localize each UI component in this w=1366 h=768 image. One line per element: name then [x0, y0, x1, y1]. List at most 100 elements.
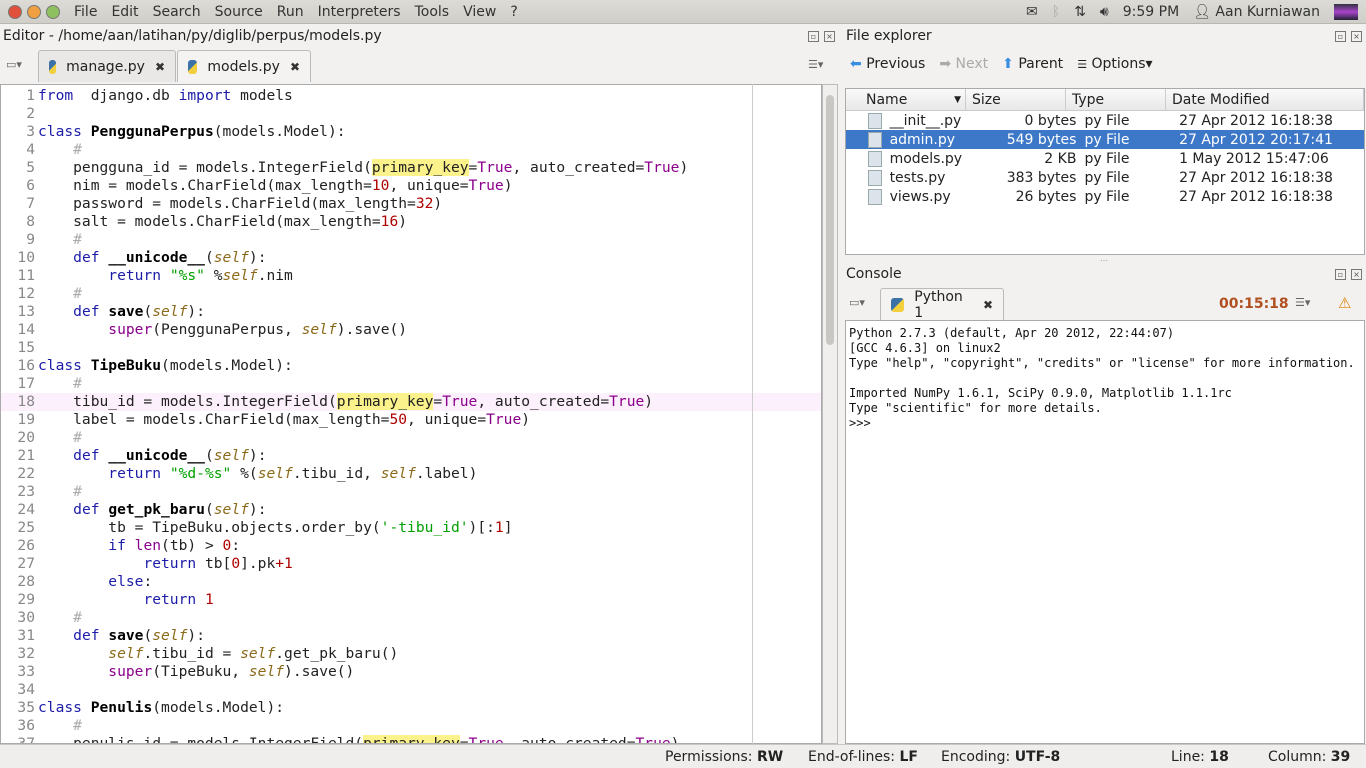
warning-icon[interactable]: ⚠: [1338, 294, 1351, 312]
previous-button[interactable]: ⬅ Previous: [850, 56, 925, 72]
code-line[interactable]: 33 super(TipeBuku, self).save(): [1, 663, 821, 681]
column-type[interactable]: Type: [1066, 88, 1166, 111]
menu-search[interactable]: Search: [153, 4, 201, 20]
volume-icon[interactable]: 🔊︎: [1100, 4, 1109, 20]
options-button[interactable]: ☰ Options▾: [1077, 56, 1152, 72]
parent-button[interactable]: ⬆ Parent: [1002, 56, 1063, 72]
file-row[interactable]: tests.py 383 bytes py File 27 Apr 2012 16:1…: [846, 168, 1364, 187]
code-line[interactable]: 27 return tb[0].pk+1: [1, 555, 821, 573]
code-token: (models.Model):: [161, 357, 293, 374]
code-line[interactable]: 18 tibu_id = models.IntegerField(primary…: [1, 393, 821, 411]
code-editor[interactable]: 1 from django.db import models 2 3 class Pen…: [0, 84, 822, 744]
editor-options-button[interactable]: ☰▾: [808, 58, 823, 71]
session-icon[interactable]: [1334, 4, 1358, 20]
code-line[interactable]: 14 super(PenggunaPerpus, self).save(): [1, 321, 821, 339]
code-line[interactable]: 19 label = models.CharField(max_length=5…: [1, 411, 821, 429]
clock[interactable]: 9:59 PM: [1123, 4, 1179, 20]
code-line[interactable]: 11 return "%s" %self.nim: [1, 267, 821, 285]
next-button[interactable]: ➡ Next: [939, 56, 988, 72]
code-line[interactable]: 36 #: [1, 717, 821, 735]
menu-source[interactable]: Source: [215, 4, 263, 20]
code-line[interactable]: 1 from django.db import models: [1, 87, 821, 105]
menu-interpreters[interactable]: Interpreters: [318, 4, 401, 20]
file-row[interactable]: models.py 2 KB py File 1 May 2012 15:47:06: [846, 149, 1364, 168]
code-line[interactable]: 7 password = models.CharField(max_length…: [1, 195, 821, 213]
code-line[interactable]: 31 def save(self):: [1, 627, 821, 645]
code-line[interactable]: 24 def get_pk_baru(self):: [1, 501, 821, 519]
column-name[interactable]: Name ▼: [846, 88, 966, 111]
code-line[interactable]: 6 nim = models.CharField(max_length=10, …: [1, 177, 821, 195]
code-line[interactable]: 2: [1, 105, 821, 123]
undock-console-button[interactable]: ▫: [1335, 269, 1346, 280]
code-line[interactable]: 29 return 1: [1, 591, 821, 609]
close-tab-icon[interactable]: ✖: [290, 60, 300, 74]
undock-editor-button[interactable]: ▫: [808, 31, 819, 42]
maximize-window-button[interactable]: [46, 4, 60, 19]
code-line[interactable]: 26 if len(tb) > 0:: [1, 537, 821, 555]
code-line[interactable]: 5 pengguna_id = models.IntegerField(prim…: [1, 159, 821, 177]
editor-scrollbar[interactable]: [822, 84, 838, 744]
code-token: TipeBuku: [90, 357, 162, 374]
menu-run[interactable]: Run: [277, 4, 304, 20]
code-line[interactable]: 3 class PenggunaPerpus(models.Model):: [1, 123, 821, 141]
code-line[interactable]: 15: [1, 339, 821, 357]
code-line[interactable]: 8 salt = models.CharField(max_length=16): [1, 213, 821, 231]
close-window-button[interactable]: [8, 4, 22, 19]
close-explorer-button[interactable]: ×: [1351, 31, 1362, 42]
code-line[interactable]: 37 penulis_id = models.IntegerField(prim…: [1, 735, 821, 743]
column-size[interactable]: Size: [966, 88, 1066, 111]
file-row[interactable]: __init__.py 0 bytes py File 27 Apr 2012 16:…: [846, 111, 1364, 130]
tab-python-1[interactable]: Python 1 ✖: [880, 288, 1004, 321]
console-output[interactable]: Python 2.7.3 (default, Apr 20 2012, 22:4…: [845, 320, 1365, 744]
code-line[interactable]: 10 def __unicode__(self):: [1, 249, 821, 267]
code-line[interactable]: 35 class Penulis(models.Model):: [1, 699, 821, 717]
file-row[interactable]: views.py 26 bytes py File 27 Apr 2012 16:18…: [846, 187, 1364, 206]
splitter-handle[interactable]: ⋯: [1100, 256, 1108, 265]
undock-explorer-button[interactable]: ▫: [1335, 31, 1346, 42]
code-line[interactable]: 20 #: [1, 429, 821, 447]
code-line[interactable]: 23 #: [1, 483, 821, 501]
code-line[interactable]: 30 #: [1, 609, 821, 627]
file-row[interactable]: admin.py 549 bytes py File 27 Apr 2012 20:1…: [846, 130, 1364, 149]
code-line[interactable]: 13 def save(self):: [1, 303, 821, 321]
code-line[interactable]: 21 def __unicode__(self):: [1, 447, 821, 465]
menu-view[interactable]: View: [463, 4, 496, 20]
network-icon[interactable]: ⇅: [1074, 4, 1086, 20]
file-type: py File: [1084, 188, 1130, 205]
code-line[interactable]: 25 tb = TipeBuku.objects.order_by('-tibu…: [1, 519, 821, 537]
user-menu[interactable]: 👤︎ Aan Kurniawan: [1193, 4, 1320, 20]
code-line[interactable]: 4 #: [1, 141, 821, 159]
tab-models-py[interactable]: models.py ✖: [177, 50, 311, 82]
menu-edit[interactable]: Edit: [111, 4, 138, 20]
menu-tools[interactable]: Tools: [415, 4, 450, 20]
column-date[interactable]: Date Modified: [1166, 88, 1364, 111]
menu-file[interactable]: File: [74, 4, 97, 20]
browse-tabs-button[interactable]: ▭▾: [6, 58, 22, 71]
code-line[interactable]: 22 return "%d-%s" %(self.tibu_id, self.l…: [1, 465, 821, 483]
menu-help[interactable]: ?: [510, 4, 517, 20]
code-line[interactable]: 12 #: [1, 285, 821, 303]
close-tab-icon[interactable]: ✖: [155, 60, 165, 74]
code-line[interactable]: 32 self.tibu_id = self.get_pk_baru(): [1, 645, 821, 663]
scrollbar-thumb[interactable]: [826, 95, 834, 345]
bluetooth-icon[interactable]: ᛒ: [1052, 4, 1060, 20]
code-line[interactable]: 28 else:: [1, 573, 821, 591]
parent-label: Parent: [1018, 56, 1064, 72]
close-tab-icon[interactable]: ✖: [983, 298, 993, 312]
console-options-button[interactable]: ☰▾: [1295, 296, 1310, 309]
code-line[interactable]: 16 class TipeBuku(models.Model):: [1, 357, 821, 375]
code-line[interactable]: 34: [1, 681, 821, 699]
console-line: Type "help", "copyright", "credits" or "…: [849, 356, 1355, 370]
close-editor-pane-button[interactable]: ×: [824, 31, 835, 42]
file-type: py File: [1084, 131, 1130, 148]
code-line[interactable]: 9 #: [1, 231, 821, 249]
code-line[interactable]: 17 #: [1, 375, 821, 393]
minimize-window-button[interactable]: [27, 4, 41, 19]
code-token: def: [73, 249, 100, 266]
close-console-button[interactable]: ×: [1351, 269, 1362, 280]
browse-console-tabs-button[interactable]: ▭▾: [849, 296, 865, 309]
mail-icon[interactable]: ✉: [1026, 4, 1038, 20]
python-file-icon: [188, 59, 198, 74]
tab-manage-py[interactable]: manage.py ✖: [38, 50, 176, 82]
